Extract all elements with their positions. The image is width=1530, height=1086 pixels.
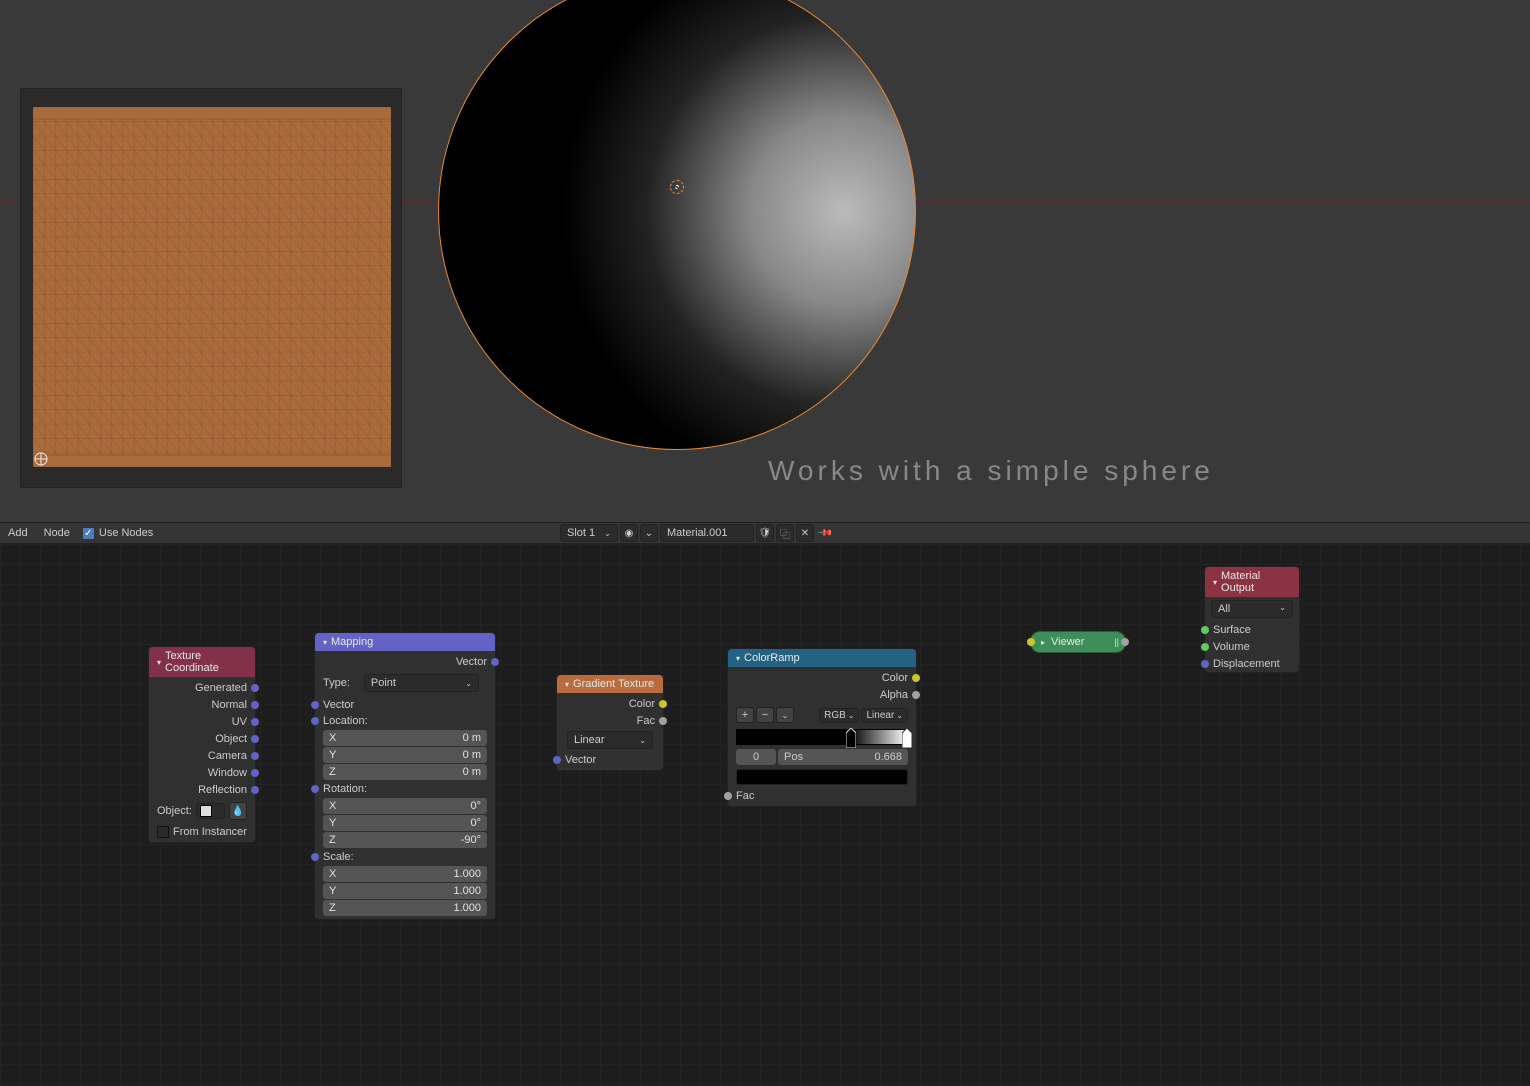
menu-add[interactable]: Add <box>4 527 32 539</box>
node-title[interactable]: ▾Mapping <box>315 633 495 651</box>
rotation-z-field[interactable]: Z-90° <box>323 832 487 848</box>
ramp-position-field[interactable]: Pos0.668 <box>778 749 908 765</box>
slot-dropdown[interactable]: Slot 1⌄ <box>560 524 618 542</box>
scale-z-field[interactable]: Z1.000 <box>323 900 487 916</box>
use-nodes-label: Use Nodes <box>99 527 153 539</box>
viewport-3d[interactable]: Works with a simple sphere <box>0 0 1530 520</box>
node-viewer[interactable]: ▸ Viewer || <box>1030 631 1126 653</box>
rotation-x-field[interactable]: X0° <box>323 798 487 814</box>
node-material-output[interactable]: ▾Material Output All⌄ Surface Volume Dis… <box>1204 566 1300 673</box>
origin-indicator <box>670 180 684 194</box>
node-colorramp[interactable]: ▾ColorRamp Color Alpha + − ⌄ RGB⌄ Linear… <box>727 648 917 807</box>
node-title[interactable]: ▾Material Output <box>1205 567 1299 597</box>
scale-y-field[interactable]: Y1.000 <box>323 883 487 899</box>
annotation-text: Works with a simple sphere <box>768 455 1214 487</box>
node-editor-header: Add Node ✓ Use Nodes Slot 1⌄ ◉ ⌄ Materia… <box>0 522 1530 544</box>
node-title[interactable]: ▾Texture Coordinate <box>149 647 255 677</box>
ramp-add-stop-button[interactable]: + <box>736 707 754 723</box>
node-editor-area[interactable]: ▾Texture Coordinate Generated Normal UV … <box>0 544 1530 1086</box>
shading-nodetree-icon[interactable]: ⌄ <box>640 524 658 542</box>
uv-grid[interactable] <box>33 107 391 467</box>
node-title[interactable]: ▾Gradient Texture <box>557 675 663 693</box>
rotation-y-field[interactable]: Y0° <box>323 815 487 831</box>
material-name-field[interactable]: Material.001 <box>660 524 754 542</box>
ramp-remove-stop-button[interactable]: − <box>756 707 774 723</box>
mapping-type-dropdown[interactable]: Point⌄ <box>364 674 479 692</box>
scale-x-field[interactable]: X1.000 <box>323 866 487 882</box>
ramp-stop-1[interactable] <box>902 728 912 748</box>
location-x-field[interactable]: X0 m <box>323 730 487 746</box>
node-gradient-texture[interactable]: ▾Gradient Texture Color Fac Linear⌄ Vect… <box>556 674 664 771</box>
node-title[interactable]: ▾ColorRamp <box>728 649 916 667</box>
ramp-interp-dropdown[interactable]: Linear⌄ <box>861 708 908 723</box>
fake-user-icon[interactable]: 🛡 <box>756 524 774 542</box>
output-target-dropdown[interactable]: All⌄ <box>1211 600 1293 618</box>
ramp-colormode-dropdown[interactable]: RGB⌄ <box>819 708 859 723</box>
ramp-index-field[interactable]: 0 <box>736 749 776 765</box>
from-instancer-checkbox[interactable]: From Instancer <box>149 824 255 840</box>
type-label: Type: <box>323 677 350 689</box>
gradient-type-dropdown[interactable]: Linear⌄ <box>567 731 653 749</box>
node-texture-coordinate[interactable]: ▾Texture Coordinate Generated Normal UV … <box>148 646 256 843</box>
menu-node[interactable]: Node <box>40 527 74 539</box>
eyedropper-icon[interactable]: 💧 <box>229 802 247 820</box>
ramp-stop-0[interactable] <box>846 728 856 748</box>
viewer-label: Viewer <box>1051 636 1084 648</box>
uv-editor-panel[interactable] <box>20 88 402 488</box>
uv-wireframe <box>33 107 391 467</box>
object-label: Object: <box>157 805 192 817</box>
sphere-object[interactable] <box>438 0 916 450</box>
color-ramp-gradient[interactable] <box>736 729 908 745</box>
location-y-field[interactable]: Y0 m <box>323 747 487 763</box>
object-picker-field[interactable] <box>196 803 225 819</box>
location-z-field[interactable]: Z0 m <box>323 764 487 780</box>
pin-icon[interactable]: 📌 <box>812 520 837 545</box>
unlink-icon[interactable]: ✕ <box>796 524 814 542</box>
node-mapping[interactable]: ▾Mapping Vector Type: Point⌄ Vector Loca… <box>314 632 496 920</box>
ramp-color-swatch[interactable] <box>736 769 908 785</box>
ramp-tools-dropdown[interactable]: ⌄ <box>776 707 794 723</box>
material-browse-icon[interactable]: ◉ <box>620 524 638 542</box>
new-material-icon[interactable]: ⿻ <box>776 524 794 542</box>
use-nodes-checkbox[interactable]: ✓ Use Nodes <box>82 527 153 540</box>
